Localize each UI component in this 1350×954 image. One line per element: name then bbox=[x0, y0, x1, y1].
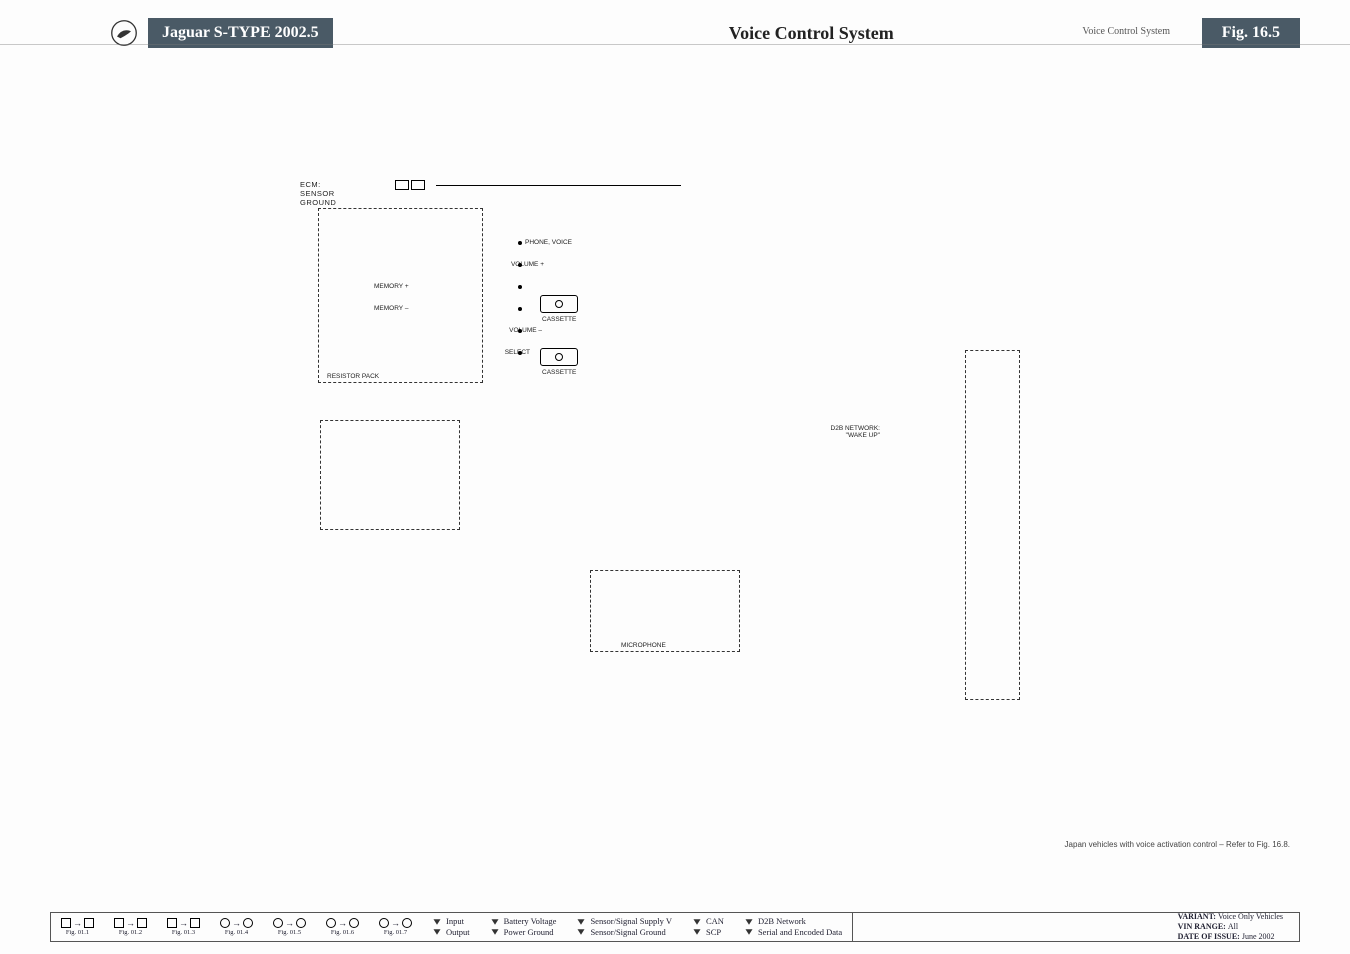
triangle-icon bbox=[693, 919, 700, 925]
d2b-wake-up-label: D2B NETWORK: "WAKE UP" bbox=[810, 425, 880, 439]
triangle-icon bbox=[434, 919, 441, 925]
page-title: Voice Control System bbox=[333, 23, 1350, 44]
header-divider bbox=[0, 44, 1350, 45]
resistor-pack-box: PHONE, VOICE VOLUME + MEMORY + MEMORY – … bbox=[318, 208, 483, 383]
ecm-connectors bbox=[395, 180, 425, 190]
volume-plus-label: VOLUME + bbox=[511, 261, 544, 268]
fig-ref-7: Fig. 01.7 bbox=[369, 918, 422, 936]
cassette-label-2: CASSETTE bbox=[542, 369, 576, 376]
microphone-label: MICROPHONE bbox=[621, 642, 666, 649]
cassette-label-1: CASSETTE bbox=[542, 316, 576, 323]
lower-dashed-box bbox=[320, 420, 460, 530]
triangle-icon bbox=[491, 930, 498, 936]
fig-ref-2: Fig. 01.2 bbox=[104, 918, 157, 936]
resistor-pack-label: RESISTOR PACK bbox=[327, 373, 379, 380]
cassette-connector-1 bbox=[540, 295, 578, 313]
right-dashed-box bbox=[965, 350, 1020, 700]
memory-minus-label: MEMORY – bbox=[374, 305, 408, 312]
ecm-wire bbox=[436, 185, 681, 186]
triangle-icon bbox=[491, 919, 498, 925]
fig-ref-5: Fig. 01.5 bbox=[263, 918, 316, 936]
legend-power: Battery Voltage Power Ground bbox=[480, 917, 567, 938]
legend-io: Input Output bbox=[422, 917, 480, 938]
phone-voice-label: PHONE, VOICE bbox=[525, 239, 572, 246]
legend-bus2: D2B Network Serial and Encoded Data bbox=[734, 917, 852, 938]
header-section-label: Voice Control System bbox=[1082, 26, 1170, 37]
triangle-icon bbox=[434, 930, 441, 936]
diagram-right-cluster: D2B NETWORK: "WAKE UP" bbox=[820, 350, 980, 650]
triangle-icon bbox=[578, 919, 585, 925]
fig-ref-6: Fig. 01.6 bbox=[316, 918, 369, 936]
legend-footer: Fig. 01.1 Fig. 01.2 Fig. 01.3 Fig. 01.4 … bbox=[50, 912, 1300, 942]
microphone-box: MICROPHONE bbox=[590, 570, 740, 652]
cassette-connector-2 bbox=[540, 348, 578, 366]
ecm-sensor-ground-label: ECM: SENSOR GROUND bbox=[300, 180, 336, 207]
fig-ref-4: Fig. 01.4 bbox=[210, 918, 263, 936]
fig-ref-3: Fig. 01.3 bbox=[157, 918, 210, 936]
triangle-icon bbox=[745, 919, 752, 925]
footer-divider bbox=[852, 913, 853, 941]
legend-sensor: Sensor/Signal Supply V Sensor/Signal Gro… bbox=[566, 917, 682, 938]
legend-bus1: CAN SCP bbox=[682, 917, 734, 938]
memory-plus-label: MEMORY + bbox=[374, 283, 409, 290]
volume-minus-label: VOLUME – bbox=[509, 327, 542, 334]
wiring-diagram: ECM: SENSOR GROUND PHONE, VOICE VOLUME +… bbox=[280, 180, 980, 740]
triangle-icon bbox=[578, 930, 585, 936]
jaguar-logo-icon bbox=[110, 19, 138, 47]
triangle-icon bbox=[745, 930, 752, 936]
fig-ref-1: Fig. 01.1 bbox=[51, 918, 104, 936]
footer-metadata: VARIANT: Voice Only Vehicles VIN RANGE: … bbox=[1162, 912, 1299, 942]
triangle-icon bbox=[693, 930, 700, 936]
japan-vehicles-note: Japan vehicles with voice activation con… bbox=[1065, 840, 1290, 849]
